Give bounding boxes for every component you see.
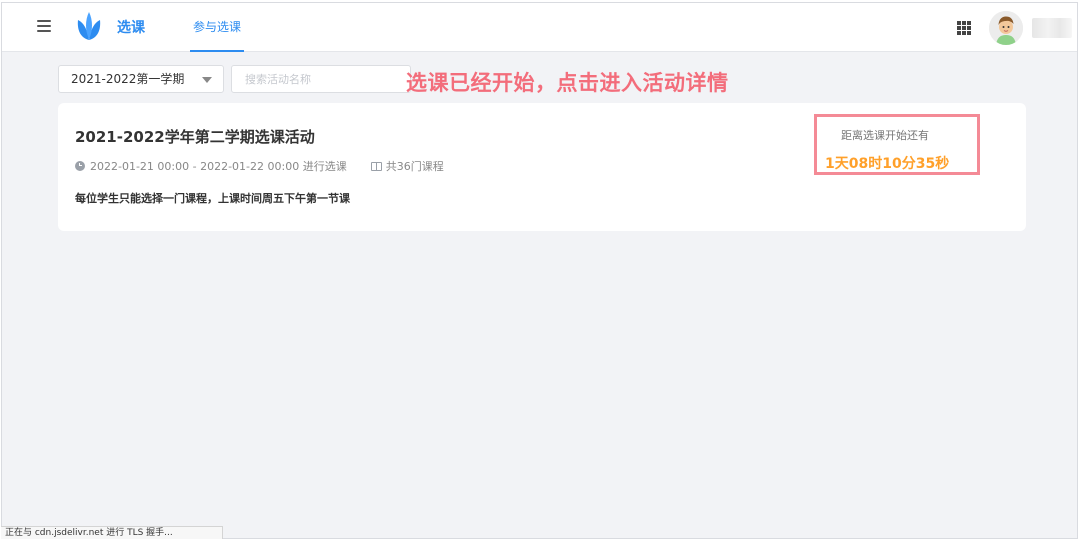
term-select[interactable]: 2021-2022第一学期 xyxy=(58,65,224,93)
apps-grid-icon[interactable] xyxy=(957,21,971,35)
clock-icon xyxy=(75,161,85,171)
activity-card[interactable]: 2021-2022学年第二学期选课活动 2022-01-21 00:00 - 2… xyxy=(58,103,1026,231)
book-icon xyxy=(370,161,382,171)
app-window: 选课 参与选课 2021-2022第一学期 选课已经开始，点击进入活动详情 2 xyxy=(1,2,1078,539)
menu-icon[interactable] xyxy=(37,20,51,32)
activity-title: 2021-2022学年第二学期选课活动 xyxy=(75,128,315,146)
annotation-text: 选课已经开始，点击进入活动详情 xyxy=(406,71,729,95)
username-blurred[interactable] xyxy=(1032,18,1072,38)
top-navigation-bar: 选课 参与选课 xyxy=(2,3,1077,52)
search-input[interactable] xyxy=(231,65,411,93)
browser-status-bar: 正在与 cdn.jsdelivr.net 进行 TLS 握手... xyxy=(1,526,223,539)
countdown-highlight: 距离选课开始还有 1天08时10分35秒 xyxy=(814,114,980,175)
activity-course-count: 共36门课程 xyxy=(385,160,444,173)
app-title: 选课 xyxy=(117,20,145,36)
countdown-value: 1天08时10分35秒 xyxy=(825,156,950,172)
term-select-value: 2021-2022第一学期 xyxy=(71,72,185,86)
chevron-down-icon xyxy=(202,77,212,83)
tab-participate-course-selection[interactable]: 参与选课 xyxy=(190,3,245,52)
logo-icon xyxy=(77,12,101,40)
avatar-face-icon xyxy=(989,11,1023,45)
avatar[interactable] xyxy=(989,11,1023,45)
countdown-label: 距离选课开始还有 xyxy=(841,129,929,142)
activity-description: 每位学生只能选择一门课程，上课时间周五下午第一节课 xyxy=(75,192,350,205)
activity-meta: 2022-01-21 00:00 - 2022-01-22 00:00 进行选课… xyxy=(75,158,444,174)
activity-time-range: 2022-01-21 00:00 - 2022-01-22 00:00 进行选课 xyxy=(90,160,347,173)
